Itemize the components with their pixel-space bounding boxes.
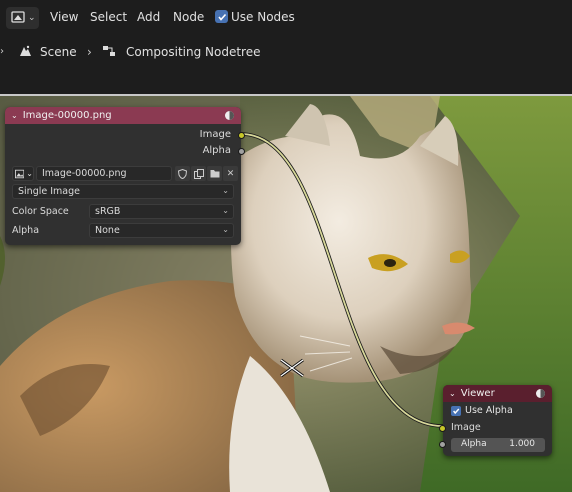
menu-view[interactable]: View xyxy=(50,10,78,24)
node-preview-icon[interactable] xyxy=(535,388,546,402)
image-output-socket[interactable] xyxy=(238,132,245,139)
alpha-value-field[interactable]: Alpha 1.000 xyxy=(451,438,545,452)
chevron-down-icon: ⌄ xyxy=(26,169,33,178)
duplicate-icon[interactable] xyxy=(191,166,206,181)
alpha-output-socket[interactable] xyxy=(238,148,245,155)
chevron-right-icon: › xyxy=(0,46,4,57)
breadcrumb-scene[interactable]: Scene xyxy=(40,45,77,59)
menu-select[interactable]: Select xyxy=(90,10,127,24)
output-alpha-label: Alpha xyxy=(202,145,231,156)
chevron-right-icon: › xyxy=(87,45,92,59)
chevron-down-icon: ⌄ xyxy=(222,206,229,215)
input-image-label: Image xyxy=(451,422,481,433)
alpha-field-value: 1.000 xyxy=(509,439,535,449)
image-node-title: Image-00000.png xyxy=(22,110,112,121)
viewer-node-header[interactable]: ⌄ Viewer xyxy=(443,385,552,402)
folder-icon[interactable] xyxy=(207,166,222,181)
color-space-dropdown[interactable]: sRGB ⌄ xyxy=(89,204,234,219)
node-preview-icon[interactable] xyxy=(224,110,235,124)
color-space-value: sRGB xyxy=(95,206,121,217)
output-image-label: Image xyxy=(199,129,231,140)
checkmark-icon xyxy=(453,408,460,414)
alpha-mode-dropdown[interactable]: None ⌄ xyxy=(89,223,234,238)
chevron-down-icon: ⌄ xyxy=(222,186,229,195)
close-icon[interactable]: ✕ xyxy=(223,166,238,181)
collapse-chevron-icon[interactable]: ⌄ xyxy=(11,111,18,120)
viewer-node-title: Viewer xyxy=(460,388,495,399)
image-node-header[interactable]: ⌄ Image-00000.png xyxy=(5,107,241,124)
image-name-field[interactable]: Image-00000.png xyxy=(36,166,172,181)
node-tree-icon xyxy=(102,44,116,61)
viewer-node[interactable]: ⌄ Viewer Use Alpha Image Alpha 1.000 xyxy=(439,385,552,456)
image-source-dropdown[interactable]: Single Image ⌄ xyxy=(12,184,234,199)
alpha-mode-value: None xyxy=(95,225,120,236)
output-image-row: Image xyxy=(5,127,245,144)
menu-add[interactable]: Add xyxy=(137,10,160,24)
chevron-down-icon: ⌄ xyxy=(28,13,36,23)
use-alpha-row: Use Alpha xyxy=(451,405,513,416)
image-node[interactable]: ⌄ Image-00000.png Image Alpha ⌄ Image-00… xyxy=(5,107,245,245)
node-editor-icon xyxy=(11,10,25,26)
backdrop-handle-icon[interactable] xyxy=(279,358,305,378)
image-icon xyxy=(15,169,25,178)
scene-icon xyxy=(18,44,32,61)
alpha-mode-label: Alpha xyxy=(12,225,40,236)
editor-type-selector[interactable]: ⌄ xyxy=(6,7,39,29)
checkmark-icon xyxy=(217,13,226,21)
breadcrumb-nodetree[interactable]: Compositing Nodetree xyxy=(126,45,261,59)
use-alpha-checkbox[interactable] xyxy=(451,405,461,416)
chevron-down-icon: ⌄ xyxy=(222,225,229,234)
color-space-label: Color Space xyxy=(12,206,69,217)
image-input-socket[interactable] xyxy=(439,425,446,432)
breadcrumb: › Scene › Compositing Nodetree xyxy=(0,36,572,94)
use-nodes-checkbox[interactable] xyxy=(215,10,228,23)
use-nodes-label[interactable]: Use Nodes xyxy=(231,10,295,24)
fake-user-shield-icon[interactable] xyxy=(175,166,190,181)
image-browse-button[interactable]: ⌄ xyxy=(12,166,34,181)
collapse-chevron-icon[interactable]: ⌄ xyxy=(449,389,456,398)
output-alpha-row: Alpha xyxy=(5,144,245,161)
image-source-value: Single Image xyxy=(18,186,80,197)
alpha-input-socket[interactable] xyxy=(439,441,446,448)
menu-node[interactable]: Node xyxy=(173,10,204,24)
use-alpha-label[interactable]: Use Alpha xyxy=(465,405,513,416)
image-datablock-row: ⌄ Image-00000.png ✕ xyxy=(12,166,238,181)
node-editor-header: ⌄ View Select Add Node Use Nodes xyxy=(0,0,572,36)
alpha-field-label: Alpha xyxy=(461,439,487,449)
